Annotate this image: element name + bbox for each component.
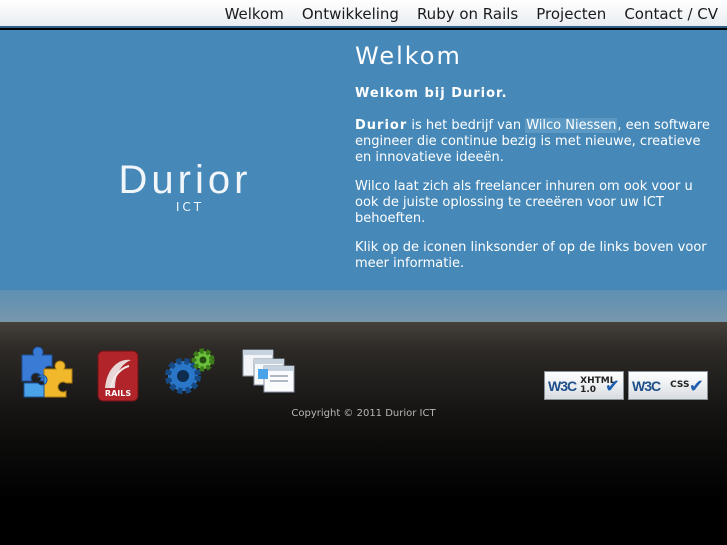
nav-link-ruby-on-rails[interactable]: Ruby on Rails [408,5,527,23]
person-link[interactable]: Wilco Niessen [525,118,618,133]
nav-link-welkom[interactable]: Welkom [216,5,293,23]
logo-name: Durior [118,158,252,202]
page-title: Welkom [355,42,462,70]
paragraph-freelance: Wilco laat zich als freelancer inhuren o… [355,179,693,226]
gears-icon[interactable] [161,346,215,398]
w3c-logo-text: W3C [548,377,577,394]
rails-icon[interactable]: RAILS [97,350,139,402]
nav-link-projecten[interactable]: Projecten [527,5,615,23]
welcome-content: Welkom Welkom bij Durior. Durior is het … [355,42,715,285]
checkmark-icon: ✔ [688,376,704,397]
nav-link-ontwikkeling[interactable]: Ontwikkeling [293,5,408,23]
main-nav: Welkom Ontwikkeling Ruby on Rails Projec… [216,0,727,28]
rails-label: RAILS [104,389,132,398]
puzzle-icon[interactable] [18,345,74,401]
w3c-css-badge[interactable]: W3C CSS ✔ [628,371,708,400]
w3c-xhtml-badge[interactable]: W3C XHTML 1.0 ✔ [544,371,624,400]
about-text-pre: is het bedrijf van [407,118,526,133]
copyright-text: Copyright © 2011 Durior ICT [291,408,436,419]
badge-css-label: CSS [670,380,690,390]
welcome-intro: Welkom bij Durior. [355,86,508,101]
logo-subtitle: ICT [175,200,205,214]
paragraph-instructions: Klik op de iconen linksonder of op de li… [355,240,707,271]
top-navigation-bar: Welkom Ontwikkeling Ruby on Rails Projec… [0,0,727,28]
w3c-logo-text: W3C [632,377,661,394]
nav-link-contact-cv[interactable]: Contact / CV [615,5,727,23]
divider-band [0,290,727,322]
brand-name: Durior [355,118,408,133]
windows-icon[interactable] [242,349,296,393]
durior-logo: Durior ICT [100,158,270,214]
paragraph-about: Durior is het bedrijf van Wilco Niessen,… [355,118,715,166]
checkmark-icon: ✔ [604,376,620,397]
